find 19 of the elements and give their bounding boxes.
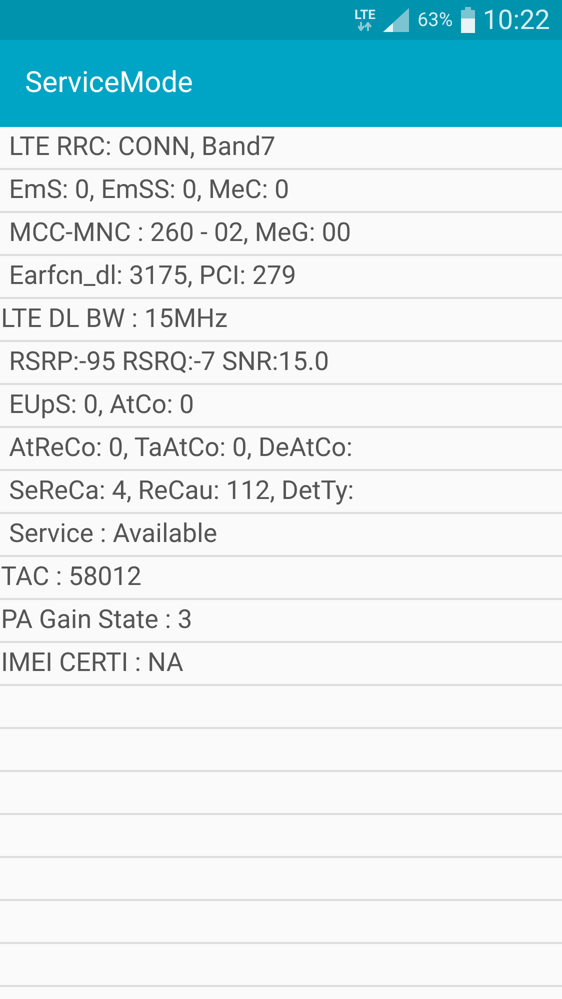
info-line: AtReCo: 0, TaAtCo: 0, DeAtCo: — [8, 432, 353, 465]
info-line: SeReCa: 4, ReCau: 112, DetTy: — [8, 475, 354, 508]
info-line: EUpS: 0, AtCo: 0 — [8, 389, 194, 422]
info-line: MCC-MNC : 260 - 02, MeG: 00 — [8, 217, 351, 250]
info-line: EmS: 0, EmSS: 0, MeC: 0 — [8, 174, 290, 207]
info-line: Service : Available — [8, 518, 218, 551]
info-line: PA Gain State : 3 — [0, 604, 192, 637]
info-line: LTE RRC: CONN, Band7 — [8, 131, 276, 164]
info-line: TAC : 58012 — [0, 561, 142, 594]
network-type: LTE — [354, 9, 376, 22]
signal-icon — [383, 8, 410, 32]
info-line: Earfcn_dl: 3175, PCI: 279 — [8, 260, 296, 293]
app-title: ServiceMode — [25, 64, 193, 102]
clock: 10:22 — [482, 2, 550, 38]
info-line: RSRP:-95 RSRQ:-7 SNR:15.0 — [8, 346, 329, 379]
battery-percent: 63% — [417, 6, 453, 33]
info-line: LTE DL BW : 15MHz — [0, 303, 228, 336]
info-line: IMEI CERTI : NA — [0, 647, 184, 680]
data-arrows-icon — [358, 22, 372, 31]
